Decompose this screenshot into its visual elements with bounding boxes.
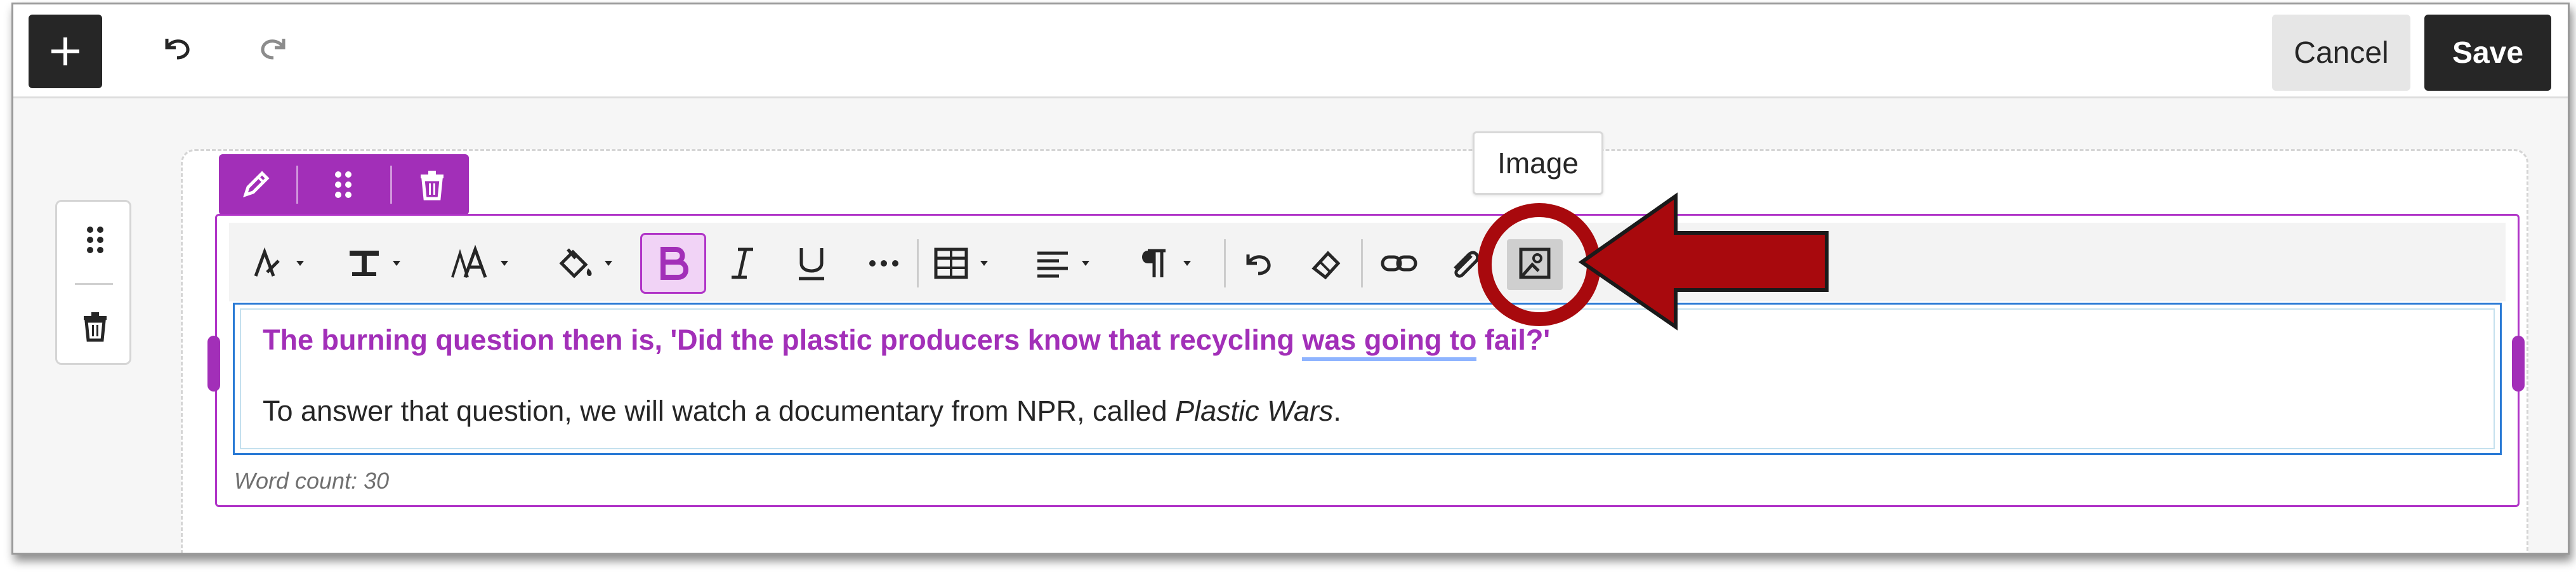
image-icon <box>1519 247 1551 279</box>
font-size-icon <box>451 244 508 278</box>
divider <box>1224 239 1226 287</box>
trash-icon[interactable] <box>413 166 451 204</box>
align-icon <box>1037 251 1089 278</box>
drag-handle-icon[interactable] <box>324 166 362 204</box>
attachment-button[interactable] <box>1446 244 1484 282</box>
fill-color-button[interactable] <box>554 244 624 282</box>
text-run: To answer that question, we will watch a… <box>263 395 1176 427</box>
word-count: Word count: 30 <box>234 468 390 494</box>
editor-undo-button[interactable] <box>1239 244 1277 282</box>
block-toolbar <box>219 154 469 215</box>
drag-handle-icon[interactable] <box>76 221 114 259</box>
trash-icon[interactable] <box>76 307 114 345</box>
bold-icon <box>660 247 688 280</box>
resize-handle-right[interactable] <box>2512 336 2525 392</box>
text-run: The burning question then is, 'Did the p… <box>263 324 1303 356</box>
font-size-button[interactable] <box>450 244 520 282</box>
link-button[interactable] <box>1380 244 1418 282</box>
undo-icon <box>1246 254 1271 275</box>
divider <box>390 166 392 204</box>
paint-bucket-icon <box>559 248 612 279</box>
top-bar: Cancel Save <box>13 4 2568 98</box>
insert-image-button[interactable] <box>1516 244 1554 282</box>
resize-handle-left[interactable] <box>207 336 220 392</box>
underline-icon <box>799 248 824 280</box>
rich-text-editor[interactable]: The burning question then is, 'Did the p… <box>233 303 2502 455</box>
divider <box>296 166 298 204</box>
paragraph-question: The burning question then is, 'Did the p… <box>263 324 1551 361</box>
underline-button[interactable] <box>792 244 831 282</box>
divider <box>1361 239 1363 287</box>
text-format-button[interactable] <box>346 244 409 282</box>
font-style-button[interactable] <box>249 244 313 282</box>
undo-button[interactable] <box>158 29 196 67</box>
content-canvas: The burning question then is, 'Did the p… <box>13 98 2568 553</box>
add-content-button[interactable] <box>29 15 102 88</box>
more-button[interactable] <box>865 244 903 282</box>
font-style-icon <box>254 247 304 277</box>
save-button[interactable]: Save <box>2424 15 2551 91</box>
attachment-icon <box>1454 251 1480 278</box>
eraser-icon <box>1311 251 1341 280</box>
text-run: fail?' <box>1476 324 1551 356</box>
spellcheck-underlined-text: was going to <box>1302 324 1477 361</box>
plus-icon <box>51 37 79 65</box>
table-button[interactable] <box>932 244 1002 282</box>
text-format-icon <box>350 251 400 276</box>
bold-button[interactable] <box>654 244 692 282</box>
divider <box>75 283 113 285</box>
paragraph-icon <box>1142 249 1191 277</box>
cancel-button[interactable]: Cancel <box>2272 15 2410 91</box>
clear-format-button[interactable] <box>1308 244 1346 282</box>
link-icon <box>1381 255 1417 272</box>
editor-window: Cancel Save The burning question then is… <box>11 3 2570 555</box>
block-side-tools <box>55 200 131 365</box>
table-icon <box>934 247 988 279</box>
divider <box>917 239 919 287</box>
italic-title: Plastic Wars <box>1175 395 1334 427</box>
text-run: . <box>1333 395 1341 427</box>
italic-icon <box>732 247 753 279</box>
more-icon <box>869 260 898 267</box>
paragraph-button[interactable] <box>1135 244 1205 282</box>
align-button[interactable] <box>1034 244 1103 282</box>
italic-button[interactable] <box>724 244 762 282</box>
pencil-icon[interactable] <box>237 166 275 204</box>
image-tooltip: Image <box>1473 131 1603 195</box>
paragraph-answer: To answer that question, we will watch a… <box>263 395 1341 428</box>
redo-icon <box>261 39 286 60</box>
redo-button[interactable] <box>254 29 292 67</box>
undo-icon <box>165 39 190 60</box>
